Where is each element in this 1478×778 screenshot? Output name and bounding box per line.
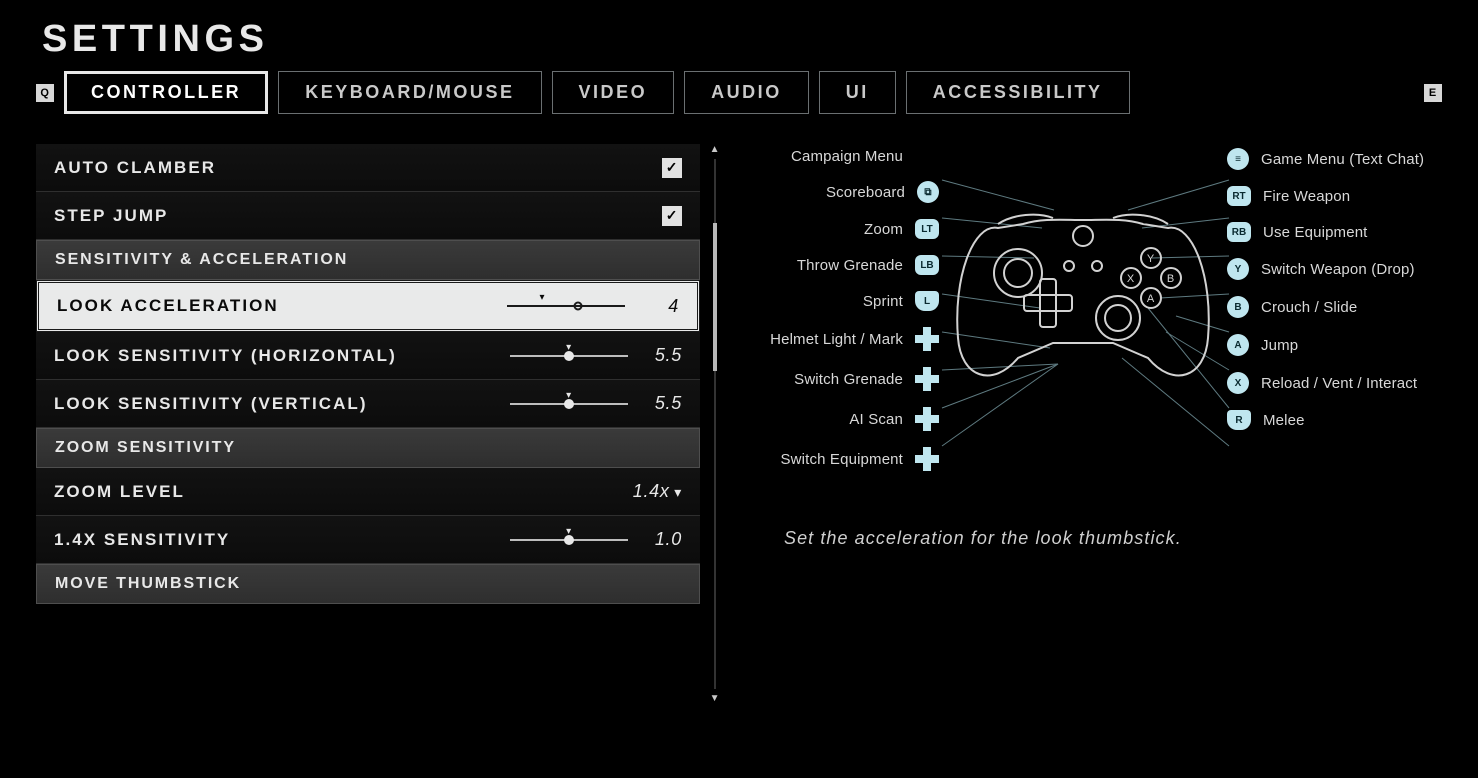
stick-icon: R xyxy=(1227,410,1251,430)
binding-label: Game Menu (Text Chat) xyxy=(1261,151,1424,168)
binding-label: AI Scan xyxy=(849,411,903,428)
zoom-sens-row[interactable]: 1.4X SENSITIVITY ▾ 1.0 xyxy=(36,516,700,564)
svg-text:B: B xyxy=(1167,273,1175,285)
binding-left-2: Zoom LT xyxy=(864,219,939,239)
binding-label: Switch Equipment xyxy=(781,451,903,468)
binding-left-3: Throw Grenade LB xyxy=(797,255,939,275)
section-header-sensitivity: SENSITIVITY & ACCELERATION xyxy=(36,240,700,280)
binding-label: Switch Weapon (Drop) xyxy=(1261,261,1415,278)
button-icon: ⧉ xyxy=(917,181,939,203)
scroll-up-icon[interactable]: ▲ xyxy=(710,144,721,155)
binding-right-4: Crouch / Slide B xyxy=(1227,296,1357,318)
binding-right-0: Game Menu (Text Chat) ≡ xyxy=(1227,148,1424,170)
zoom-level-value[interactable]: 1.4x xyxy=(633,481,682,502)
binding-left-0: Campaign Menu xyxy=(791,148,939,165)
auto-clamber-row[interactable]: AUTO CLAMBER ✓ xyxy=(36,144,700,192)
binding-right-7: Melee R xyxy=(1227,410,1305,430)
settings-list: AUTO CLAMBER ✓ STEP JUMP ✓ SENSITIVITY &… xyxy=(36,144,700,704)
bumper-icon: RT xyxy=(1227,186,1251,206)
tab-video[interactable]: VIDEO xyxy=(552,71,675,114)
section-header-zoom: ZOOM SENSITIVITY xyxy=(36,428,700,468)
look-sens-v-slider[interactable]: ▾ xyxy=(510,394,628,414)
binding-left-1: Scoreboard ⧉ xyxy=(826,181,939,203)
checkbox-icon[interactable]: ✓ xyxy=(662,206,682,226)
bumper-icon: LB xyxy=(915,255,939,275)
binding-right-1: Fire Weapon RT xyxy=(1227,186,1350,206)
tab-ui[interactable]: UI xyxy=(819,71,896,114)
binding-left-8: Switch Equipment xyxy=(781,447,939,471)
binding-label: Use Equipment xyxy=(1263,224,1368,241)
binding-left-4: Sprint L xyxy=(863,291,939,311)
dpad-icon xyxy=(915,447,939,471)
button-icon: X xyxy=(1227,372,1249,394)
look-sens-v-row[interactable]: LOOK SENSITIVITY (VERTICAL) ▾ 5.5 xyxy=(36,380,700,428)
look-sens-h-slider[interactable]: ▾ xyxy=(510,346,628,366)
checkbox-icon[interactable]: ✓ xyxy=(662,158,682,178)
dpad-icon xyxy=(915,367,939,391)
scroll-down-icon[interactable]: ▼ xyxy=(710,693,721,704)
dpad-icon xyxy=(915,327,939,351)
page-title: SETTINGS xyxy=(42,18,1442,61)
auto-clamber-label: AUTO CLAMBER xyxy=(54,158,216,178)
tab-controller[interactable]: CONTROLLER xyxy=(64,71,268,114)
look-accel-label: LOOK ACCELERATION xyxy=(57,296,279,316)
scrollbar[interactable]: ▲ ▼ xyxy=(712,144,718,704)
binding-label: Scoreboard xyxy=(826,184,905,201)
step-jump-row[interactable]: STEP JUMP ✓ xyxy=(36,192,700,240)
controller-outline-icon: Y B A X xyxy=(943,188,1223,398)
look-accel-value: 4 xyxy=(643,296,679,317)
binding-label: Fire Weapon xyxy=(1263,188,1350,205)
svg-text:X: X xyxy=(1127,273,1135,285)
step-jump-label: STEP JUMP xyxy=(54,206,168,226)
zoom-sens-slider[interactable]: ▾ xyxy=(510,530,628,550)
look-sens-h-row[interactable]: LOOK SENSITIVITY (HORIZONTAL) ▾ 5.5 xyxy=(36,332,700,380)
binding-label: Reload / Vent / Interact xyxy=(1261,375,1417,392)
button-icon: B xyxy=(1227,296,1249,318)
tab-accessibility[interactable]: ACCESSIBILITY xyxy=(906,71,1130,114)
button-icon: A xyxy=(1227,334,1249,356)
zoom-level-row[interactable]: ZOOM LEVEL 1.4x xyxy=(36,468,700,516)
binding-label: Jump xyxy=(1261,337,1298,354)
setting-description: Set the acceleration for the look thumbs… xyxy=(784,528,1442,549)
tab-audio[interactable]: AUDIO xyxy=(684,71,809,114)
tab-keyboard-mouse[interactable]: KEYBOARD/MOUSE xyxy=(278,71,541,114)
binding-label: Sprint xyxy=(863,293,903,310)
binding-left-6: Switch Grenade xyxy=(794,367,939,391)
section-header-move: MOVE THUMBSTICK xyxy=(36,564,700,604)
next-tab-key: E xyxy=(1424,84,1442,102)
binding-label: Melee xyxy=(1263,412,1305,429)
tabs-row: Q CONTROLLERKEYBOARD/MOUSE VIDEOAUDIOUIAC… xyxy=(36,71,1442,114)
button-icon: ≡ xyxy=(1227,148,1249,170)
binding-right-6: Reload / Vent / Interact X xyxy=(1227,372,1417,394)
binding-left-5: Helmet Light / Mark xyxy=(770,327,939,351)
binding-right-2: Use Equipment RB xyxy=(1227,222,1368,242)
binding-label: Throw Grenade xyxy=(797,257,903,274)
bumper-icon: RB xyxy=(1227,222,1251,242)
prev-tab-key: Q xyxy=(36,84,54,102)
controller-diagram-panel: Y B A X Campai xyxy=(724,144,1442,704)
binding-left-7: AI Scan xyxy=(849,407,939,431)
binding-label: Campaign Menu xyxy=(791,148,903,165)
look-accel-slider[interactable]: ▾ xyxy=(507,296,625,316)
binding-right-5: Jump A xyxy=(1227,334,1298,356)
bumper-icon: LT xyxy=(915,219,939,239)
binding-right-3: Switch Weapon (Drop) Y xyxy=(1227,258,1415,280)
stick-icon: L xyxy=(915,291,939,311)
button-icon: Y xyxy=(1227,258,1249,280)
binding-label: Zoom xyxy=(864,221,903,238)
binding-label: Switch Grenade xyxy=(794,371,903,388)
dpad-icon xyxy=(915,407,939,431)
svg-text:A: A xyxy=(1147,293,1155,305)
svg-text:Y: Y xyxy=(1147,253,1155,265)
binding-label: Crouch / Slide xyxy=(1261,299,1357,316)
look-acceleration-row[interactable]: LOOK ACCELERATION ▾ 4 xyxy=(36,280,700,332)
binding-label: Helmet Light / Mark xyxy=(770,331,903,348)
